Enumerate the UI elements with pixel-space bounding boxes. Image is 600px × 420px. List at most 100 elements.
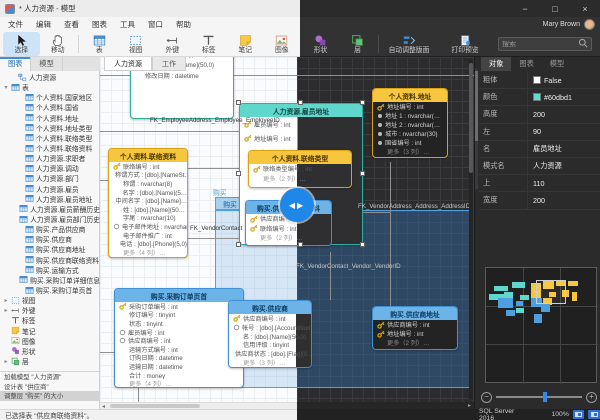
canvas-vertical-scrollbar[interactable] bbox=[469, 59, 473, 399]
property-value[interactable]: False bbox=[527, 72, 600, 88]
menu-item-2[interactable]: 查看 bbox=[64, 19, 79, 30]
property-value[interactable]: 90 bbox=[527, 124, 600, 140]
tree-item-15[interactable]: 购买.产品供应商 bbox=[0, 224, 100, 234]
inspector-tab-0[interactable]: 对象 bbox=[481, 57, 511, 71]
maximize-button[interactable]: □ bbox=[540, 1, 570, 16]
relation-line-6[interactable] bbox=[390, 162, 391, 306]
selection-handle[interactable] bbox=[360, 100, 365, 105]
toolbar-button-image[interactable]: 图像 bbox=[263, 32, 300, 56]
selection-handle[interactable] bbox=[360, 171, 365, 176]
history-item-0[interactable]: 加载模型 "人力资源" bbox=[0, 372, 100, 382]
view-toggle-1-button[interactable] bbox=[573, 410, 585, 419]
selection-handle[interactable] bbox=[236, 100, 241, 105]
selection-handle[interactable] bbox=[360, 242, 365, 247]
panel-scrollbar[interactable] bbox=[475, 69, 478, 189]
close-button[interactable]: × bbox=[570, 1, 600, 16]
property-row-2[interactable]: 高度200 bbox=[479, 106, 600, 123]
property-value[interactable]: 200 bbox=[527, 106, 600, 122]
minimap-viewport[interactable] bbox=[536, 280, 566, 304]
tree-item-10[interactable]: 人力资源.部门 bbox=[0, 173, 100, 183]
diagram-canvas[interactable]: 购买 购买 人力资源工作 ◀▶ FK_EmployeeAddress_Emplo… bbox=[100, 57, 474, 402]
toolbar-button-cursor[interactable]: 选择 bbox=[3, 32, 40, 56]
tree-item-22[interactable]: ▸视图 bbox=[0, 295, 100, 305]
property-row-6[interactable]: 上110 bbox=[479, 175, 600, 192]
property-value[interactable]: 110 bbox=[527, 175, 600, 191]
tree-item-23[interactable]: ▸外键 bbox=[0, 305, 100, 315]
user-avatar[interactable] bbox=[584, 19, 595, 30]
property-value[interactable]: #60dbd1 bbox=[527, 89, 600, 105]
tree-item-28[interactable]: ▸层 bbox=[0, 356, 100, 366]
selection-handle[interactable] bbox=[236, 171, 241, 176]
search-input[interactable] bbox=[502, 41, 576, 48]
relation-line-1[interactable] bbox=[100, 131, 239, 132]
relation-line-7[interactable] bbox=[330, 252, 331, 300]
property-value[interactable]: 200 bbox=[527, 192, 600, 208]
property-row-1[interactable]: 颜色#60dbd1 bbox=[479, 89, 600, 106]
menu-item-1[interactable]: 编辑 bbox=[36, 19, 51, 30]
toolbar-button-print[interactable]: 打印预览 bbox=[437, 32, 493, 56]
property-row-5[interactable]: 模式名人力资源 bbox=[479, 158, 600, 175]
entity-6[interactable]: 购买.供应商供应商编号 : int帐号 : [dbo].[AccountNum…… bbox=[228, 300, 312, 368]
zoom-slider-thumb[interactable] bbox=[543, 392, 547, 402]
zoom-in-button[interactable]: + bbox=[586, 392, 597, 403]
view-toggle-2-button[interactable] bbox=[588, 410, 600, 419]
relation-line-3[interactable] bbox=[100, 180, 108, 181]
tree-item-25[interactable]: 笔记 bbox=[0, 326, 100, 336]
toolbar-button-autolayout[interactable]: 自动调整版面 bbox=[381, 32, 437, 56]
scroll-right-arrow[interactable]: ▸ bbox=[468, 402, 471, 409]
tree-item-6[interactable]: 个人资料.联络类型 bbox=[0, 133, 100, 143]
relation-line-9[interactable] bbox=[100, 352, 114, 353]
tree-item-3[interactable]: 个人资料.国省 bbox=[0, 102, 100, 112]
tree-item-21[interactable]: 购买.采购订单页首 bbox=[0, 285, 100, 295]
toolbar-button-fk[interactable]: 外键 bbox=[154, 32, 191, 56]
sidebar-tab-1[interactable]: 模型 bbox=[31, 57, 62, 71]
tree-item-24[interactable]: 标签 bbox=[0, 315, 100, 325]
tree-item-26[interactable]: 图像 bbox=[0, 336, 100, 346]
tree-item-11[interactable]: 人力资源.雇员 bbox=[0, 184, 100, 194]
tree-item-17[interactable]: 购买.供应商地址 bbox=[0, 244, 100, 254]
tree-item-2[interactable]: 个人资料.国家地区 bbox=[0, 92, 100, 102]
entity-2[interactable]: 个人资料.联络资料联络编号 : int称谓方式 : [dbo].[NameSt…… bbox=[108, 148, 188, 258]
selection-handle[interactable] bbox=[298, 242, 303, 247]
zoom-slider[interactable] bbox=[496, 396, 582, 398]
tree-item-13[interactable]: 人力资源.雇员薪酬历史 bbox=[0, 204, 100, 214]
canvas-tab-0[interactable]: 人力资源 bbox=[104, 57, 152, 71]
entity-8[interactable]: 购买.供应商地址供应商编号 : int地址编号 : int更多（2 列）… bbox=[372, 306, 458, 350]
property-value[interactable]: 雇员地址 bbox=[527, 141, 600, 157]
canvas-hscrollbar-light[interactable]: ◂ bbox=[100, 402, 297, 409]
tree-item-5[interactable]: 个人资料.地址类型 bbox=[0, 123, 100, 133]
relation-line-5[interactable] bbox=[363, 212, 390, 213]
toolbar-button-label[interactable]: 标签 bbox=[190, 32, 227, 56]
minimap[interactable] bbox=[485, 267, 597, 383]
history-item-1[interactable]: 设计表 "供应商" bbox=[0, 382, 100, 392]
property-row-7[interactable]: 宽度200 bbox=[479, 192, 600, 209]
toolbar-button-shape[interactable]: 形状 bbox=[302, 32, 339, 56]
tree-expander[interactable]: ▾ bbox=[3, 84, 9, 91]
toolbar-button-table[interactable]: 表 bbox=[81, 32, 118, 56]
canvas-hscrollbar-dark[interactable]: ▸ bbox=[297, 402, 474, 409]
entity-5[interactable]: 购买.采购订单页首采购订单编号 : int修订编号 : tinyint状态 : … bbox=[114, 288, 244, 388]
tree-item-16[interactable]: 购买.供应商 bbox=[0, 234, 100, 244]
selection-handle[interactable] bbox=[236, 242, 241, 247]
entity-7[interactable]: 个人资料.地址地址编号 : int地址 1 : nvarchar(…地址 2 :… bbox=[372, 88, 448, 158]
tree-item-19[interactable]: 购买.运输方式 bbox=[0, 265, 100, 275]
property-row-4[interactable]: 名雇员地址 bbox=[479, 141, 600, 158]
menu-item-5[interactable]: 窗口 bbox=[148, 19, 163, 30]
tree-expander[interactable]: ▸ bbox=[3, 307, 9, 314]
tree-expander[interactable]: ▸ bbox=[3, 358, 9, 365]
tree-item-27[interactable]: 形状 bbox=[0, 346, 100, 356]
zoom-out-button[interactable]: − bbox=[481, 392, 492, 403]
toolbar-button-view[interactable]: 视图 bbox=[117, 32, 154, 56]
tree-item-18[interactable]: 购买.供应商联络资料 bbox=[0, 255, 100, 265]
sidebar-tab-0[interactable]: 图表 bbox=[0, 57, 31, 71]
relation-line-8[interactable] bbox=[138, 388, 139, 402]
inspector-tab-2[interactable]: 模型 bbox=[542, 57, 572, 71]
minimize-button[interactable]: − bbox=[510, 1, 540, 16]
tree-item-0[interactable]: 人力资源 bbox=[0, 72, 100, 82]
tree-item-7[interactable]: 个人资料.联络资料 bbox=[0, 143, 100, 153]
inspector-tab-1[interactable]: 图表 bbox=[511, 57, 541, 71]
menu-item-6[interactable]: 帮助 bbox=[176, 19, 191, 30]
selection-handle[interactable] bbox=[298, 100, 303, 105]
theme-compare-handle[interactable]: ◀▶ bbox=[280, 188, 314, 222]
tree-item-1[interactable]: ▾表 bbox=[0, 82, 100, 92]
